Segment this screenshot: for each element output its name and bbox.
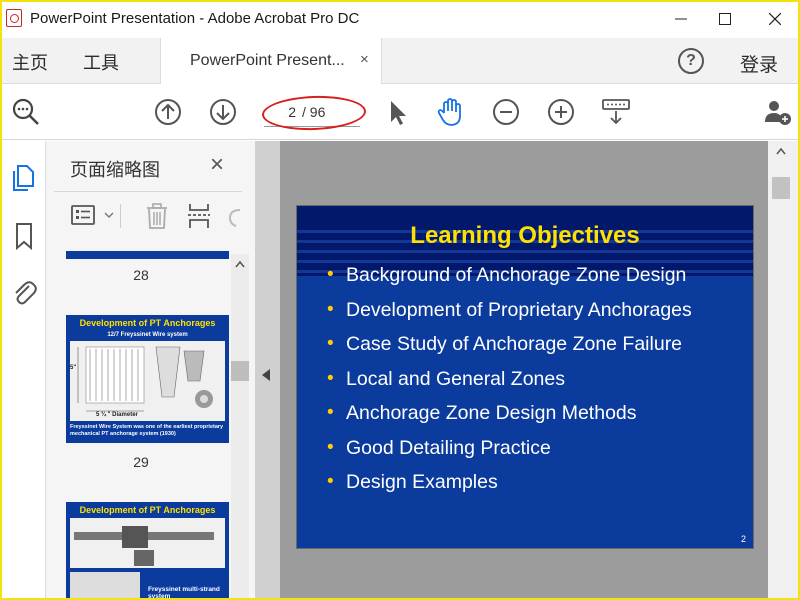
insert-page-icon[interactable] (186, 202, 212, 230)
thumbnail-caption: Freyssinet Wire System was one of the ea… (70, 424, 224, 437)
thumbnail-scrollbar[interactable] (231, 254, 249, 598)
help-icon[interactable]: ? (678, 48, 704, 74)
hand-tool-icon[interactable] (434, 96, 466, 128)
tab-close-icon[interactable]: × (360, 51, 369, 68)
menu-row: 主页 工具 PowerPoint Present... × ? 登录 (2, 38, 798, 84)
close-window-button[interactable] (752, 2, 798, 36)
slide-number: 2 (740, 534, 746, 544)
thumbnail-page-number: 28 (133, 267, 149, 283)
multi-strand-image (70, 518, 225, 568)
window-title: PowerPoint Presentation - Adobe Acrobat … (30, 10, 360, 27)
page-thumbnails-icon[interactable] (10, 163, 38, 193)
bullet-item: Local and General Zones (327, 366, 692, 401)
thumbnail-page-28[interactable] (66, 251, 229, 259)
thumbnail-subtitle: 12/7 Freyssinet Wire system (107, 332, 188, 338)
diameter-label: 5 ¾ " Diameter (96, 412, 138, 418)
panel-title: 页面缩略图 (70, 160, 160, 180)
next-page-icon[interactable] (207, 96, 239, 128)
bullet-item: Good Detailing Practice (327, 435, 692, 470)
height-label: 5" (70, 365, 77, 371)
thumbnail-options-icon[interactable] (70, 202, 100, 228)
bullet-item: Development of Proprietary Anchorages (327, 297, 692, 332)
left-navigation-rail (2, 141, 46, 598)
toolbar: / 96 (2, 84, 798, 140)
minimize-icon (675, 18, 687, 20)
bullet-item: Design Examples (327, 469, 692, 504)
select-cursor-icon[interactable] (382, 96, 414, 128)
menu-home[interactable]: 主页 (12, 49, 48, 75)
anchorage-drawing-image: 5" 5 ¾ " Diameter (70, 341, 225, 421)
scrollbar-thumb[interactable] (772, 177, 790, 199)
delete-page-icon[interactable] (144, 202, 170, 230)
maximize-button[interactable] (702, 2, 748, 36)
login-button[interactable]: 登录 (740, 50, 778, 77)
add-user-icon[interactable] (762, 96, 794, 128)
document-scrollbar[interactable] (768, 141, 798, 598)
slide-page-2: Learning Objectives Background of Anchor… (296, 205, 754, 549)
bookmarks-icon[interactable] (10, 221, 38, 251)
bullet-item: Anchorage Zone Design Methods (327, 400, 692, 435)
document-tab-label: PowerPoint Present... (190, 52, 345, 69)
scroll-up-icon[interactable] (235, 260, 245, 268)
toolbar-divider (120, 204, 121, 228)
keyboard-scroll-icon[interactable] (600, 96, 632, 128)
previous-page-icon[interactable] (152, 96, 184, 128)
slide-bullet-list: Background of Anchorage Zone Design Deve… (327, 262, 692, 504)
thumbnail-title: Development of PT Anchorages (79, 505, 216, 515)
acrobat-app-icon (6, 9, 22, 27)
chevron-down-icon[interactable] (104, 212, 114, 220)
scroll-up-icon[interactable] (776, 147, 786, 155)
attachments-icon[interactable] (10, 277, 38, 307)
title-bar: PowerPoint Presentation - Adobe Acrobat … (2, 2, 798, 36)
thumbnail-page-number: 29 (133, 454, 149, 470)
zoom-out-icon[interactable] (490, 96, 522, 128)
multi-strand-photo (70, 572, 140, 598)
page-thumbnails-panel: 页面缩略图 × 28 Development of PT Anchorages … (46, 141, 256, 598)
document-viewer: Learning Objectives Background of Anchor… (256, 141, 798, 598)
panel-toolbar (54, 191, 242, 241)
slide-title: Learning Objectives (410, 222, 640, 249)
anchor-photo-icon (74, 526, 214, 566)
close-icon (769, 13, 781, 25)
maximize-icon (719, 13, 731, 25)
zoom-in-icon[interactable] (545, 96, 577, 128)
collapse-panel-icon[interactable] (262, 369, 270, 381)
bullet-item: Background of Anchorage Zone Design (327, 262, 692, 297)
thumbnail-page-30[interactable]: Development of PT Anchorages Freyssinet … (66, 502, 229, 598)
bullet-item: Case Study of Anchorage Zone Failure (327, 331, 692, 366)
thumbnail-caption: Freyssinet multi-strand system (148, 586, 220, 598)
search-icon[interactable] (10, 96, 42, 128)
thumbnail-page-29[interactable]: Development of PT Anchorages 12/7 Freyss… (66, 315, 229, 443)
anchorage-drawing-icon (77, 346, 213, 412)
document-tab[interactable]: PowerPoint Present... × (160, 38, 382, 84)
rotate-icon[interactable] (224, 202, 242, 230)
acrobat-window: PowerPoint Presentation - Adobe Acrobat … (2, 2, 798, 598)
panel-close-icon[interactable]: × (210, 151, 224, 179)
minimize-button[interactable] (658, 2, 704, 36)
menu-tools[interactable]: 工具 (83, 49, 119, 75)
thumbnail-title: Development of PT Anchorages (79, 318, 216, 328)
scrollbar-thumb[interactable] (231, 361, 249, 381)
